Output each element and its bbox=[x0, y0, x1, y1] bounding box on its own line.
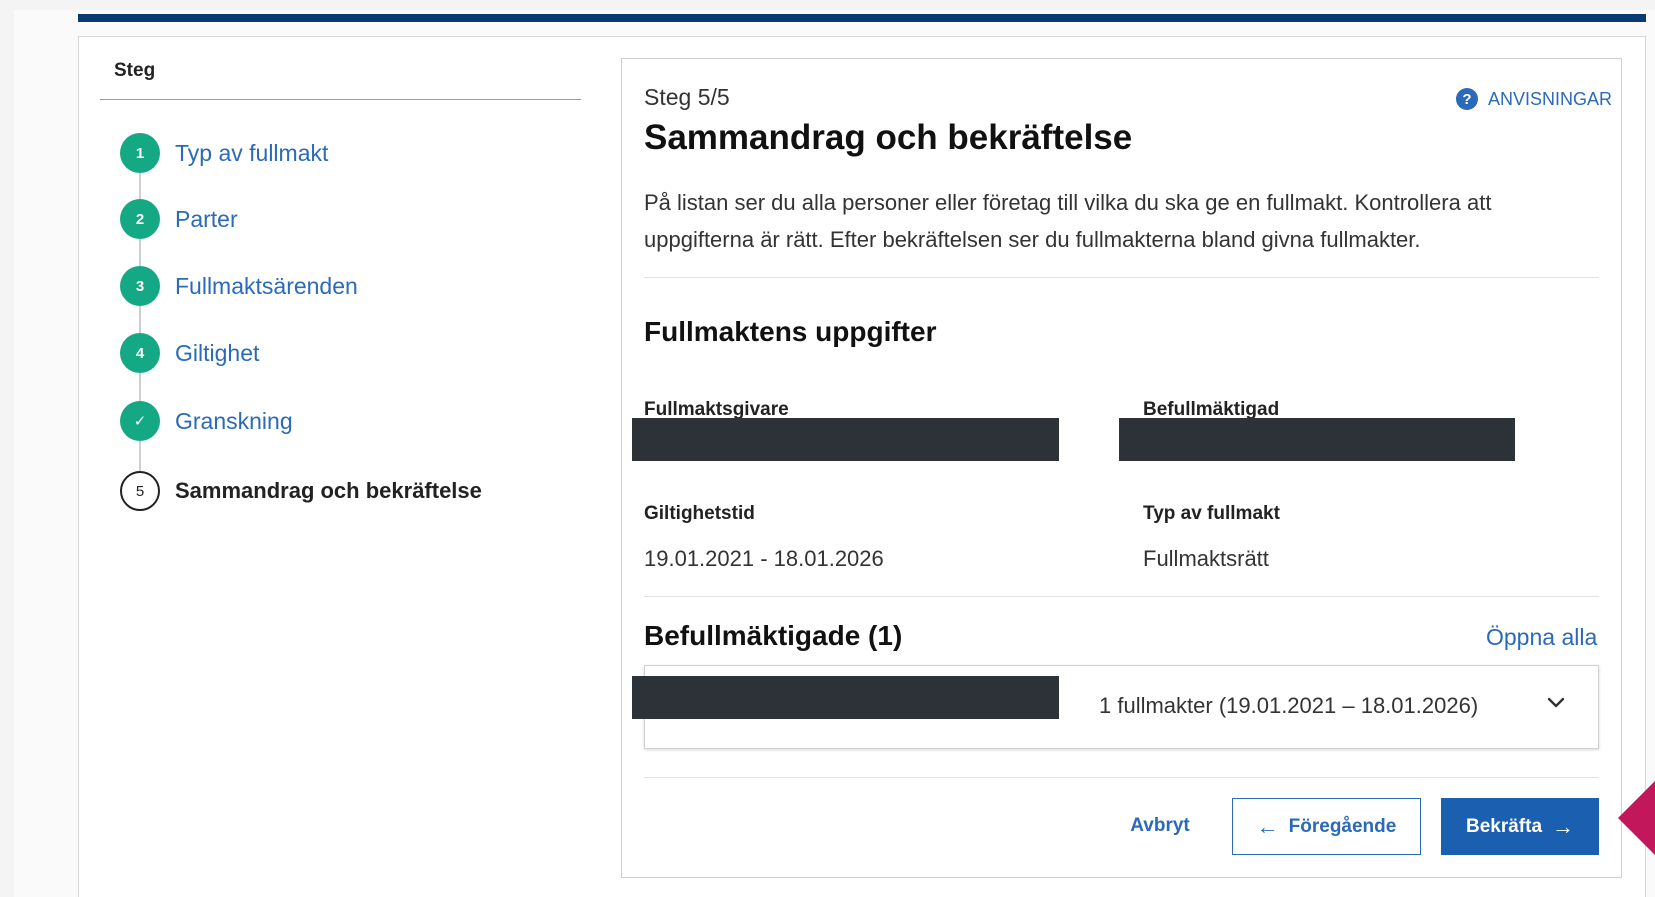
intro-text: På listan ser du alla personer eller för… bbox=[644, 190, 1492, 252]
stepper-divider bbox=[100, 99, 581, 100]
step-number-badge: 5 bbox=[120, 471, 160, 511]
step-number-badge: 2 bbox=[120, 199, 160, 239]
step-summary-current: 5 Sammandrag och bekräftelse bbox=[120, 471, 482, 511]
step-number-badge: 4 bbox=[120, 333, 160, 373]
previous-button[interactable]: ← Föregående bbox=[1232, 798, 1421, 855]
step-number-badge: 3 bbox=[120, 266, 160, 306]
step-label: Fullmaktsärenden bbox=[175, 272, 358, 299]
step-label: Typ av fullmakt bbox=[175, 139, 329, 166]
step-parties[interactable]: 2 Parter bbox=[120, 199, 238, 239]
type-value: Fullmaktsrätt bbox=[1143, 546, 1269, 571]
instructions-label: ANVISNINGAR bbox=[1488, 88, 1613, 109]
confirm-button[interactable]: Bekräfta → bbox=[1441, 798, 1599, 855]
step-type-of-authorization[interactable]: 1 Typ av fullmakt bbox=[120, 133, 328, 173]
confirm-label: Bekräfta bbox=[1465, 815, 1543, 837]
type-label: Typ av fullmakt bbox=[1143, 503, 1280, 524]
summary-panel bbox=[621, 58, 1622, 878]
step-label: Sammandrag och bekräftelse bbox=[175, 478, 482, 503]
step-label: Granskning bbox=[175, 407, 293, 434]
help-icon: ? bbox=[1456, 88, 1478, 110]
redaction-block bbox=[632, 676, 1059, 719]
step-counter: Steg 5/5 bbox=[644, 84, 730, 110]
page-title: Sammandrag och bekräftelse bbox=[644, 118, 1133, 157]
arrow-left-icon: ← bbox=[1256, 813, 1279, 839]
step-number-badge: 1 bbox=[120, 133, 160, 173]
highlight-pointer bbox=[1618, 778, 1655, 858]
step-label: Giltighet bbox=[175, 339, 260, 366]
redaction-block bbox=[1119, 418, 1515, 461]
brand-top-bar bbox=[78, 14, 1646, 22]
step-authorization-matters[interactable]: 3 Fullmaktsärenden bbox=[120, 266, 358, 306]
authorized-list-title: Befullmäktigade (1) bbox=[644, 620, 903, 651]
step-validity[interactable]: 4 Giltighet bbox=[120, 333, 259, 373]
step-review[interactable]: ✓ Granskning bbox=[120, 401, 293, 441]
previous-label: Föregående bbox=[1288, 815, 1397, 837]
arrow-right-icon: → bbox=[1552, 813, 1575, 839]
validity-value: 19.01.2021 - 18.01.2026 bbox=[644, 546, 884, 571]
details-title: Fullmaktens uppgifter bbox=[644, 316, 937, 347]
stepper-heading: Steg bbox=[114, 60, 156, 81]
cancel-button[interactable]: Avbryt bbox=[1110, 798, 1210, 854]
divider bbox=[644, 277, 1599, 278]
instructions-link[interactable]: ? ANVISNINGAR bbox=[1456, 88, 1612, 110]
redaction-block bbox=[632, 418, 1059, 461]
validity-label: Giltighetstid bbox=[644, 503, 755, 524]
accordion-summary: 1 fullmakter (19.01.2021 – 18.01.2026) bbox=[1099, 693, 1479, 718]
check-icon: ✓ bbox=[120, 401, 160, 441]
open-all-link[interactable]: Öppna alla bbox=[1486, 624, 1597, 651]
divider bbox=[644, 596, 1599, 597]
divider bbox=[644, 777, 1599, 778]
step-label: Parter bbox=[175, 205, 238, 232]
chevron-down-icon[interactable] bbox=[1543, 690, 1569, 716]
